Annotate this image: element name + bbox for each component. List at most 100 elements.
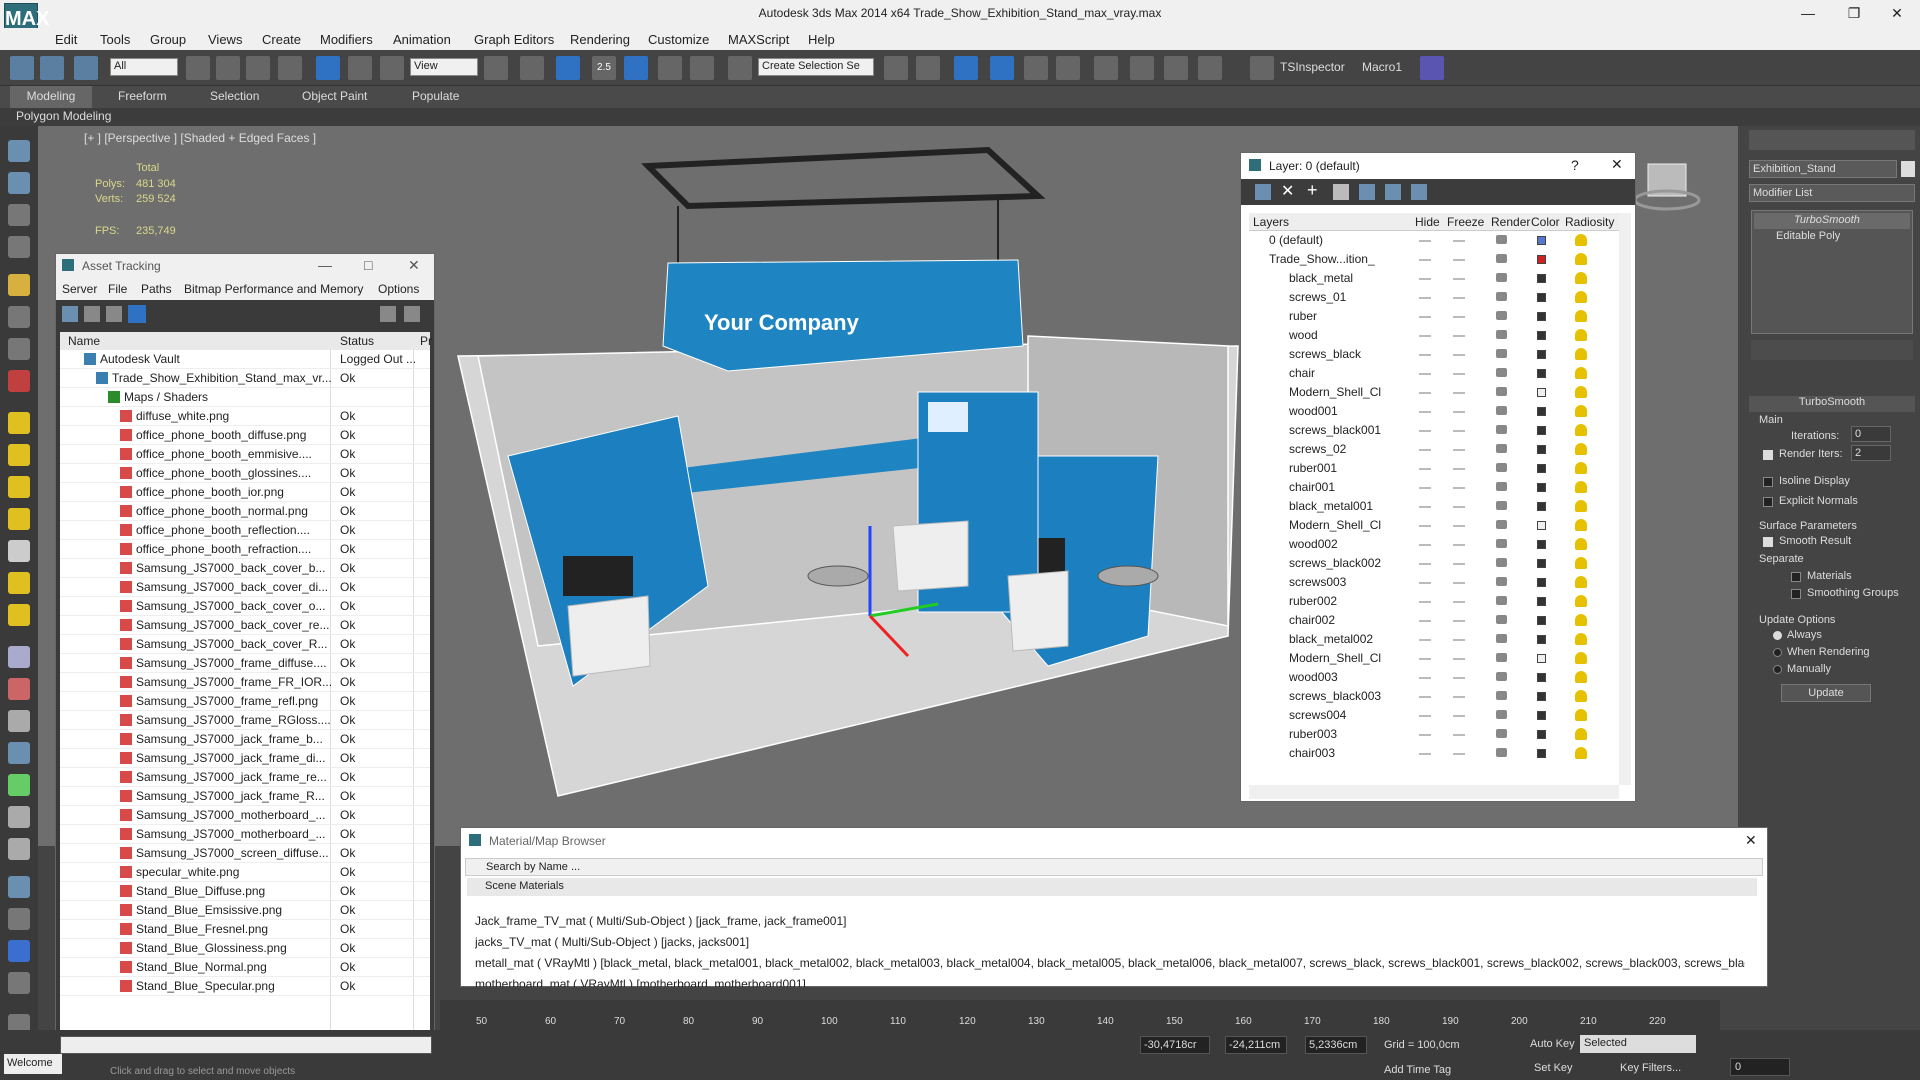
render-teapot-icon[interactable] — [1496, 672, 1507, 681]
render-teapot-icon[interactable] — [1496, 349, 1507, 358]
hide-toggle[interactable] — [1419, 259, 1431, 261]
layer-row[interactable]: ruber — [1249, 307, 1619, 326]
render-teapot-icon[interactable] — [1496, 748, 1507, 757]
freeze-toggle[interactable] — [1453, 639, 1465, 641]
layer-color-swatch[interactable] — [1537, 483, 1546, 492]
maximize-button[interactable]: ❐ — [1831, 0, 1877, 28]
move-icon[interactable] — [316, 56, 340, 80]
asset-row[interactable]: Samsung_JS7000_screen_diffuse... Ok — [60, 844, 430, 863]
freeze-toggle[interactable] — [1453, 753, 1465, 755]
freeze-toggle[interactable] — [1453, 316, 1465, 318]
hide-toggle[interactable] — [1419, 449, 1431, 451]
cylinder-icon[interactable] — [8, 476, 30, 498]
object-color-swatch[interactable] — [1901, 161, 1915, 177]
layer-row[interactable]: chair — [1249, 364, 1619, 383]
asset-row[interactable]: Stand_Blue_Glossiness.png Ok — [60, 939, 430, 958]
layer-row[interactable]: black_metal001 — [1249, 497, 1619, 516]
thumbnail-view-icon[interactable] — [106, 306, 122, 322]
freeze-toggle[interactable] — [1453, 297, 1465, 299]
command-panel-tabs[interactable] — [1749, 130, 1915, 150]
curve-editor-icon[interactable] — [1024, 56, 1048, 80]
layer-row[interactable]: screws_02 — [1249, 440, 1619, 459]
sun-icon[interactable] — [8, 572, 30, 594]
layer-row[interactable]: screws_black002 — [1249, 554, 1619, 573]
ts-inspector-label[interactable]: TSInspector — [1280, 60, 1345, 74]
menu-modifiers[interactable]: Modifiers — [320, 32, 373, 47]
layer-color-swatch[interactable] — [1537, 559, 1546, 568]
asset-row[interactable]: Samsung_JS7000_back_cover_b... Ok — [60, 559, 430, 578]
timeline[interactable]: 50 60 70 80 90 100 110 120 130 140 150 160 170 180 190… — [440, 1000, 1720, 1030]
z-coordinate-field[interactable]: 5,2336cm — [1305, 1036, 1367, 1054]
layer-color-swatch[interactable] — [1537, 312, 1546, 321]
layer-row[interactable]: chair001 — [1249, 478, 1619, 497]
highlight-layer-icon[interactable] — [1359, 184, 1375, 200]
torus-icon[interactable] — [8, 508, 30, 530]
ts-inspector-icon[interactable] — [1250, 56, 1274, 80]
render-teapot-icon[interactable] — [1496, 387, 1507, 396]
minimize-button[interactable]: — — [1785, 0, 1831, 28]
maxscript-listener[interactable]: Welcome — [4, 1054, 62, 1074]
hide-toggle[interactable] — [1419, 658, 1431, 660]
layer-row[interactable]: screws_01 — [1249, 288, 1619, 307]
hide-toggle[interactable] — [1419, 696, 1431, 698]
layer-vertical-scrollbar[interactable] — [1619, 213, 1631, 785]
hide-toggle[interactable] — [1419, 430, 1431, 432]
create-layer-icon[interactable] — [1255, 184, 1271, 200]
select-by-name-icon[interactable] — [216, 56, 240, 80]
layer-row[interactable]: Modern_Shell_Cl — [1249, 649, 1619, 668]
table-tool-icon[interactable] — [8, 236, 30, 258]
freeze-toggle[interactable] — [1453, 411, 1465, 413]
hide-toggle[interactable] — [1419, 392, 1431, 394]
asset-row[interactable]: Samsung_JS7000_back_cover_R... Ok — [60, 635, 430, 654]
table-view-icon[interactable] — [128, 305, 146, 323]
menu-help[interactable]: Help — [808, 32, 835, 47]
cloth-icon[interactable] — [8, 838, 30, 860]
layer-row[interactable]: wood003 — [1249, 668, 1619, 687]
box-icon[interactable] — [8, 412, 30, 434]
turbosmooth-rollout-header[interactable]: TurboSmooth — [1749, 396, 1915, 412]
globe-icon[interactable] — [8, 742, 30, 764]
layer-row[interactable]: chair003 — [1249, 744, 1619, 763]
freeze-toggle[interactable] — [1453, 734, 1465, 736]
layer-row[interactable]: Trade_Show...ition_ — [1249, 250, 1619, 269]
render-teapot-icon[interactable] — [1496, 273, 1507, 282]
asset-row[interactable]: Stand_Blue_Emsissive.png Ok — [60, 901, 430, 920]
material-editor-icon[interactable] — [1094, 56, 1118, 80]
isoline-checkbox[interactable] — [1763, 477, 1773, 487]
radiosity-icon[interactable] — [1575, 576, 1587, 588]
reference-coordinate-dropdown[interactable]: View — [410, 58, 478, 76]
layer-help-button[interactable]: ? — [1571, 157, 1579, 173]
hide-toggle[interactable] — [1419, 297, 1431, 299]
hide-toggle[interactable] — [1419, 544, 1431, 546]
layer-row[interactable]: chair002 — [1249, 611, 1619, 630]
cone-icon[interactable] — [8, 540, 30, 562]
hide-toggle[interactable] — [1419, 677, 1431, 679]
menu-tools[interactable]: Tools — [100, 32, 130, 47]
layer-col-radiosity[interactable]: Radiosity — [1565, 215, 1614, 229]
layer-horizontal-scrollbar[interactable] — [1249, 785, 1619, 799]
col-name[interactable]: Name — [68, 334, 100, 348]
layer-color-swatch[interactable] — [1537, 616, 1546, 625]
layer-color-swatch[interactable] — [1537, 635, 1546, 644]
percent-snap-icon[interactable] — [658, 56, 682, 80]
render-iters-spinner[interactable]: 2 — [1851, 445, 1891, 461]
layer-color-swatch[interactable] — [1537, 407, 1546, 416]
list-view-icon[interactable] — [84, 306, 100, 322]
freeze-toggle[interactable] — [1453, 449, 1465, 451]
refresh-icon[interactable] — [62, 306, 78, 322]
render-teapot-icon[interactable] — [1496, 463, 1507, 472]
render-teapot-icon[interactable] — [1496, 539, 1507, 548]
hide-toggle[interactable] — [1419, 487, 1431, 489]
radiosity-icon[interactable] — [1575, 443, 1587, 455]
asset-menu-paths[interactable]: Paths — [141, 282, 172, 296]
layer-close-button[interactable]: ✕ — [1611, 156, 1623, 173]
material-row[interactable]: Jack_frame_TV_mat ( Multi/Sub-Object ) [… — [475, 914, 1745, 933]
select-manipulate-icon[interactable] — [520, 56, 544, 80]
viewport-label[interactable]: [+ ] [Perspective ] [Shaded + Edged Face… — [84, 131, 316, 145]
menu-create[interactable]: Create — [262, 32, 301, 47]
radiosity-icon[interactable] — [1575, 272, 1587, 284]
layer-color-swatch[interactable] — [1537, 350, 1546, 359]
render-teapot-icon[interactable] — [1496, 615, 1507, 624]
current-frame-field[interactable]: 0 — [1730, 1058, 1790, 1076]
material-browser-close[interactable]: ✕ — [1745, 832, 1757, 849]
